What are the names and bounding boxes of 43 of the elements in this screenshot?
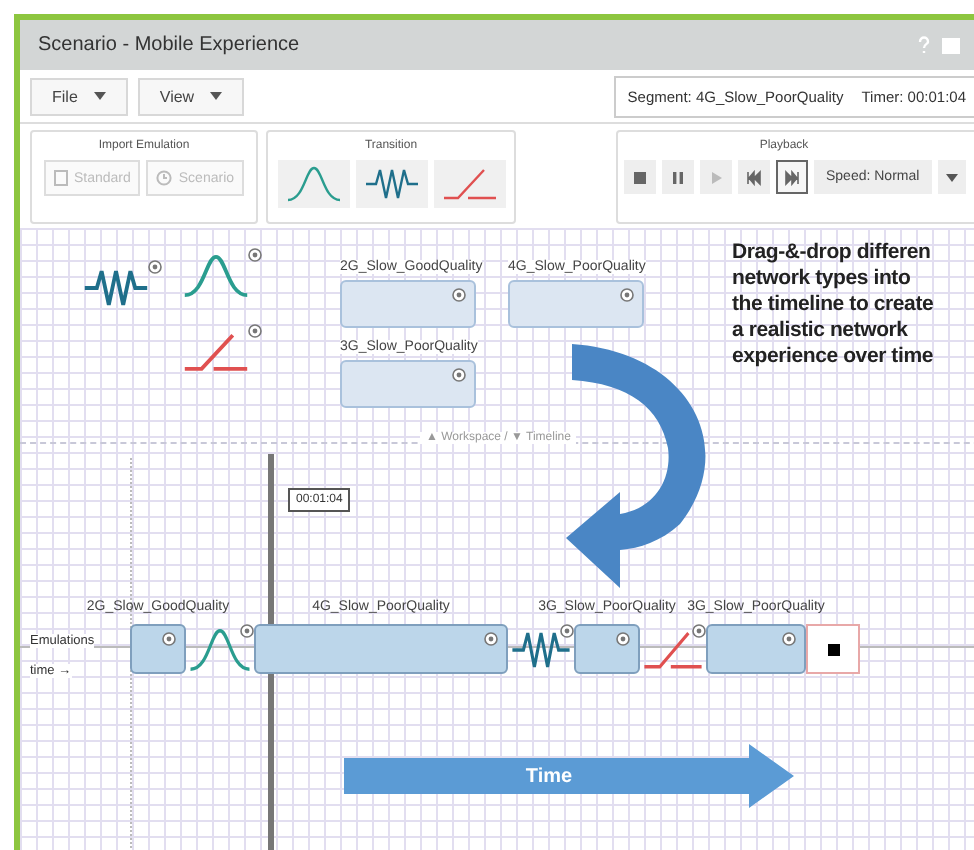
bell-curve-icon[interactable] bbox=[186, 626, 254, 674]
pause-icon bbox=[670, 169, 686, 185]
play-icon bbox=[708, 169, 724, 185]
settings-icon[interactable] bbox=[248, 324, 262, 338]
menu-button[interactable]: File bbox=[30, 77, 128, 115]
bell-curve-icon[interactable] bbox=[180, 252, 252, 300]
transition-button[interactable] bbox=[277, 160, 349, 208]
instruction-text: Drag-&-drop differen network types into the timeline to create a realistic network experience over time bbox=[732, 240, 934, 370]
dropdown-button[interactable] bbox=[937, 160, 966, 194]
ramp-icon[interactable] bbox=[640, 626, 706, 674]
settings-icon[interactable] bbox=[560, 624, 574, 638]
end-marker[interactable] bbox=[806, 624, 860, 674]
rewind-button[interactable] bbox=[738, 160, 770, 194]
clock-icon bbox=[156, 170, 173, 186]
settings-icon[interactable] bbox=[452, 288, 466, 302]
settings-icon[interactable] bbox=[452, 368, 466, 382]
settings-icon[interactable] bbox=[616, 632, 630, 646]
settings-icon[interactable] bbox=[162, 632, 176, 646]
caret-icon bbox=[210, 92, 223, 100]
settings-icon[interactable] bbox=[148, 260, 162, 274]
settings-icon[interactable] bbox=[620, 288, 634, 302]
transition-button[interactable] bbox=[355, 160, 427, 208]
settings-icon[interactable] bbox=[484, 632, 498, 646]
caret-icon bbox=[93, 92, 106, 100]
settings-icon[interactable] bbox=[782, 632, 796, 646]
emulation-segment[interactable] bbox=[130, 624, 186, 674]
forward-icon bbox=[784, 169, 800, 185]
stop-button[interactable] bbox=[624, 160, 656, 194]
forward-button[interactable] bbox=[776, 160, 808, 194]
pause-button[interactable] bbox=[662, 160, 694, 194]
emulation-segment[interactable] bbox=[574, 624, 640, 674]
ramp-icon[interactable] bbox=[180, 328, 252, 376]
caret-icon bbox=[945, 173, 958, 181]
rewind-icon bbox=[746, 169, 762, 185]
settings-icon[interactable] bbox=[692, 624, 706, 638]
settings-icon[interactable] bbox=[248, 248, 262, 262]
file-icon bbox=[53, 170, 68, 186]
stop-square-icon bbox=[827, 643, 839, 655]
window-title: Scenario - Mobile Experience bbox=[38, 34, 300, 56]
menu-button[interactable]: View bbox=[137, 77, 245, 115]
stop-icon bbox=[632, 169, 648, 185]
transition-button[interactable] bbox=[433, 160, 505, 208]
settings-icon[interactable] bbox=[240, 624, 254, 638]
